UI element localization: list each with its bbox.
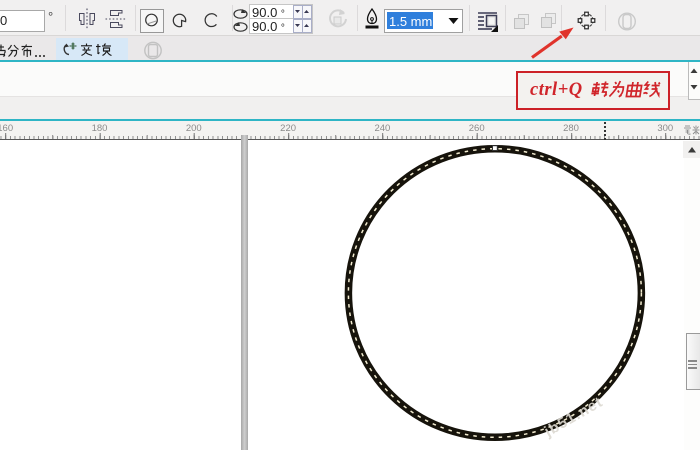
svg-text:jb51.net: jb51.net: [541, 393, 606, 441]
